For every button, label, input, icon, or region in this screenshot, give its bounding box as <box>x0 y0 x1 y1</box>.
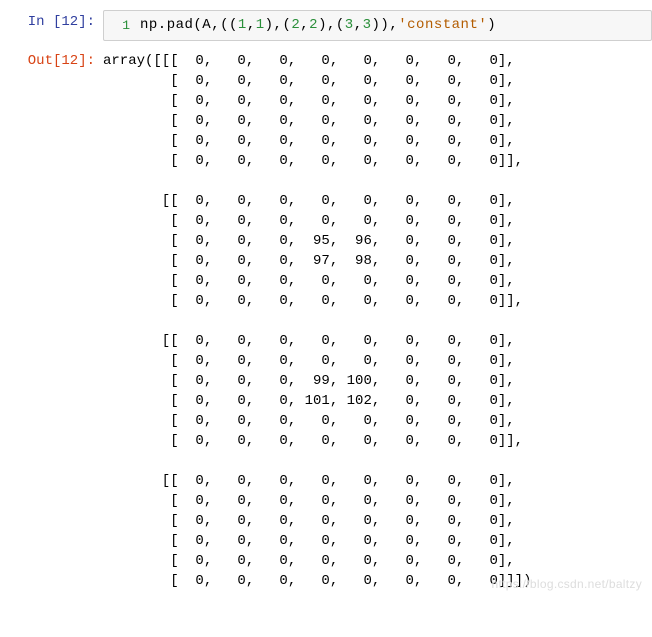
in-prompt: In [12]: <box>0 10 103 34</box>
out-prompt: Out[12]: <box>0 49 103 73</box>
code-content: np.pad(A,((1,1),(2,2),(3,3)),'constant') <box>140 15 496 36</box>
code-text: , <box>354 17 363 33</box>
watermark-text: https://blog.csdn.net/baltzy <box>492 577 642 591</box>
code-text: , <box>247 17 256 33</box>
code-input-area[interactable]: 1 np.pad(A,((1,1),(2,2),(3,3)),'constant… <box>103 10 652 41</box>
input-cell: In [12]: 1 np.pad(A,((1,1),(2,2),(3,3)),… <box>0 6 652 45</box>
code-num: 3 <box>363 17 372 33</box>
code-text: ),( <box>265 17 292 33</box>
code-string: 'constant' <box>398 17 487 33</box>
output-cell: Out[12]: array([[[ 0, 0, 0, 0, 0, 0, 0, … <box>0 45 652 595</box>
code-text: ),( <box>318 17 345 33</box>
code-num: 2 <box>309 17 318 33</box>
code-num: 1 <box>256 17 265 33</box>
line-number: 1 <box>110 16 130 36</box>
output-text: array([[[ 0, 0, 0, 0, 0, 0, 0, 0], [ 0, … <box>103 49 652 591</box>
code-num: 2 <box>291 17 300 33</box>
code-text: )), <box>372 17 399 33</box>
code-text: ) <box>487 17 496 33</box>
code-num: 1 <box>238 17 247 33</box>
code-text: , <box>300 17 309 33</box>
code-num: 3 <box>345 17 354 33</box>
code-text: np.pad(A,(( <box>140 17 238 33</box>
